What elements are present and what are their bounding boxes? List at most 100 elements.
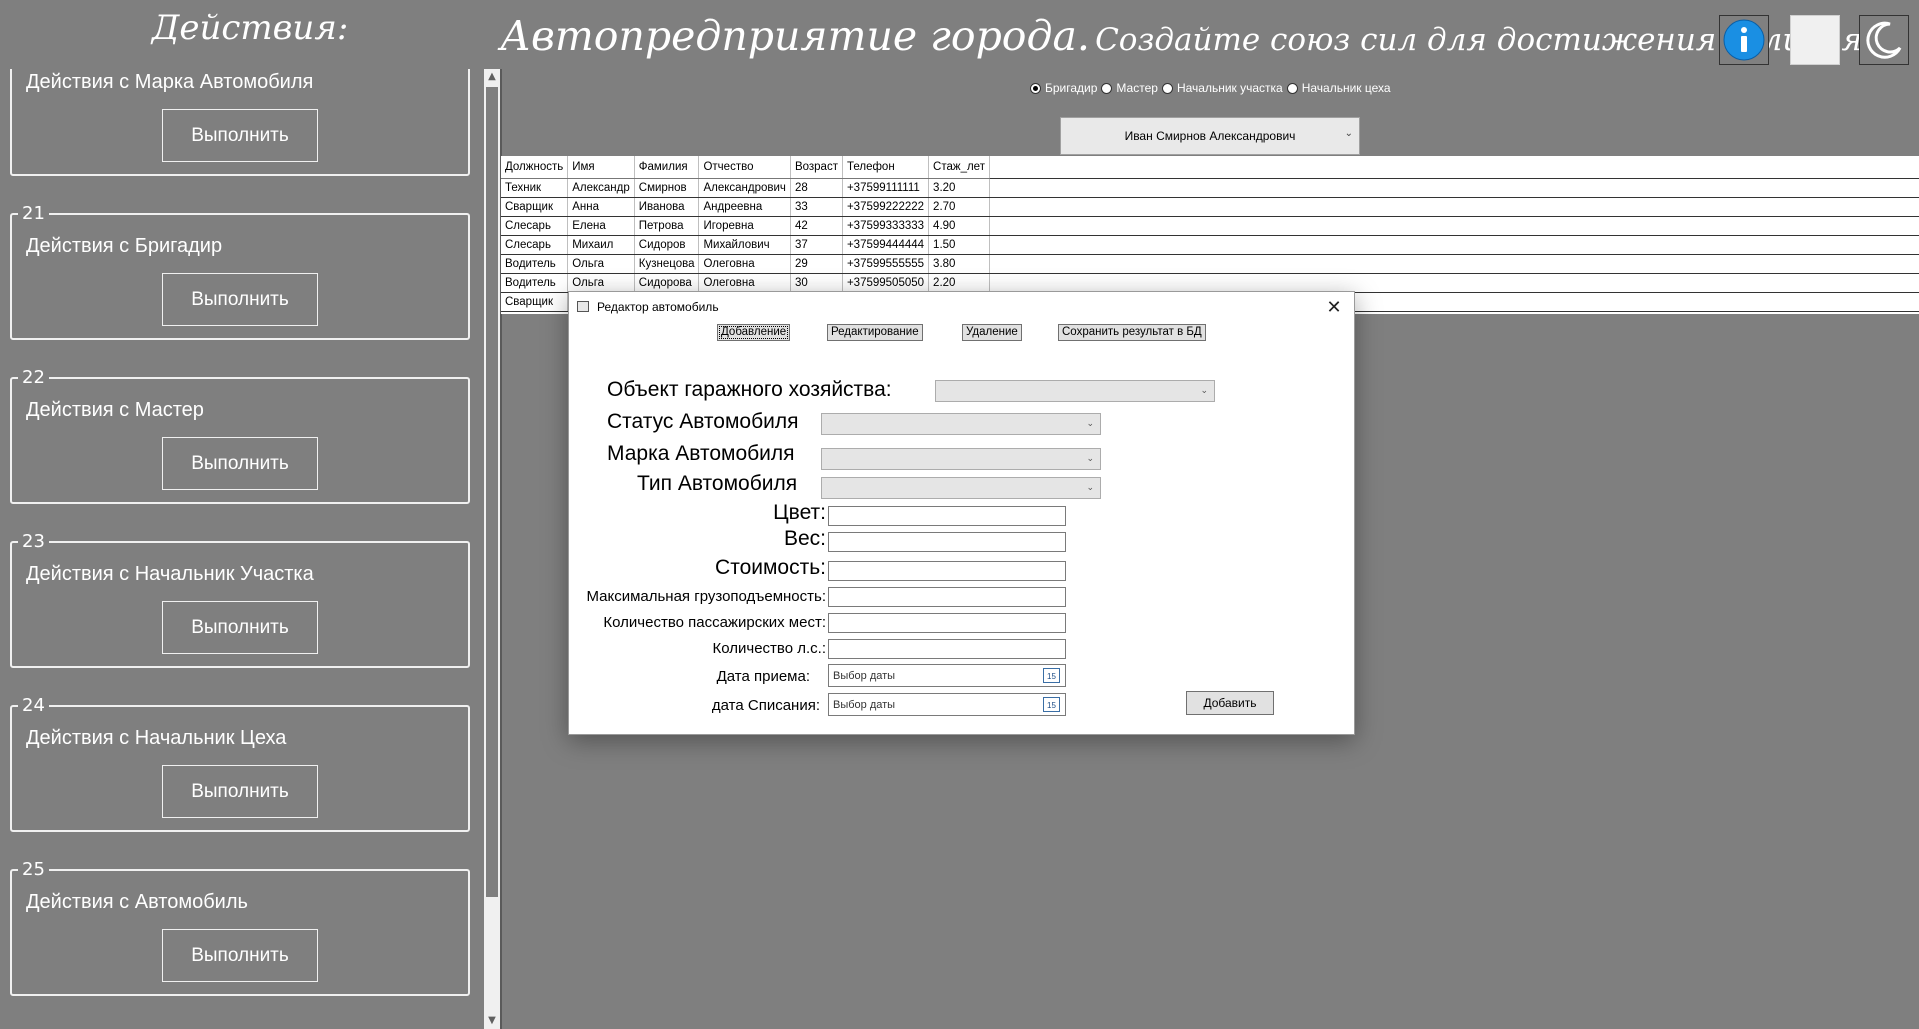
tab-add[interactable]: Добавление <box>717 324 791 341</box>
garage-object-select[interactable]: ⌄ <box>935 380 1215 402</box>
table-cell[interactable]: 42 <box>790 216 843 236</box>
table-cell[interactable]: 2.20 <box>928 273 990 293</box>
radio-dot[interactable] <box>1030 82 1041 94</box>
table-cell[interactable]: Сварщик <box>501 292 569 312</box>
weight-field[interactable] <box>828 532 1066 552</box>
seats-field[interactable] <box>828 613 1066 633</box>
table-cell[interactable]: Петрова <box>634 216 700 236</box>
table-cell[interactable]: Михайлович <box>698 235 791 255</box>
radio-dot[interactable] <box>1161 82 1173 94</box>
calendar-icon[interactable]: 15 <box>1043 668 1060 683</box>
radio-shop-chief[interactable]: Начальник цеха <box>1286 81 1391 95</box>
close-icon[interactable]: ✕ <box>1322 295 1346 319</box>
add-button[interactable]: Добавить <box>1186 691 1274 715</box>
table-cell[interactable]: 29 <box>790 254 843 274</box>
radio-master[interactable]: Мастер <box>1101 81 1158 95</box>
max-payload-field[interactable] <box>828 587 1066 607</box>
date-accept-picker[interactable]: Выбор даты 15 <box>828 664 1066 687</box>
table-cell[interactable]: Смирнов <box>634 178 700 198</box>
table-cell[interactable]: Анна <box>567 197 635 217</box>
radio-dot[interactable] <box>1286 82 1298 94</box>
date-writeoff-picker[interactable]: Выбор даты 15 <box>828 693 1066 716</box>
car-brand-select[interactable]: ⌄ <box>821 448 1101 470</box>
radio-dot[interactable] <box>1101 82 1113 94</box>
table-cell[interactable]: 4.90 <box>928 216 990 236</box>
execute-button[interactable]: Выполнить <box>162 273 318 326</box>
table-cell[interactable]: +37599333333 <box>842 216 930 236</box>
left-scrollbar[interactable]: ▲ ▼ <box>484 69 500 1029</box>
table-cell[interactable]: Михаил <box>567 235 635 255</box>
theme-toggle-button[interactable] <box>1859 15 1909 65</box>
execute-button[interactable]: Выполнить <box>162 109 318 162</box>
table-cell[interactable]: +37599505050 <box>842 273 930 293</box>
calendar-icon[interactable]: 15 <box>1043 697 1060 712</box>
table-cell[interactable]: 3.80 <box>928 254 990 274</box>
cost-field[interactable] <box>828 561 1066 581</box>
table-cell[interactable]: Ольга <box>567 273 635 293</box>
column-header[interactable]: Должность <box>501 156 569 179</box>
column-header[interactable]: Возраст <box>790 156 843 179</box>
table-cell[interactable]: Игоревна <box>698 216 791 236</box>
table-cell[interactable]: 2.70 <box>928 197 990 217</box>
table-cell[interactable]: +37599444444 <box>842 235 930 255</box>
table-cell[interactable]: Слесарь <box>501 235 569 255</box>
blank-button[interactable] <box>1790 15 1840 65</box>
execute-button[interactable]: Выполнить <box>162 765 318 818</box>
table-cell[interactable]: 33 <box>790 197 843 217</box>
person-select[interactable]: Иван Смирнов Александрович ⌄ <box>1060 117 1360 155</box>
car-type-select[interactable]: ⌄ <box>821 477 1101 499</box>
table-cell[interactable]: Олеговна <box>698 273 791 293</box>
table-row[interactable]: Слесарь Михаил Сидоров Михайлович 37 +37… <box>501 235 990 255</box>
table-cell[interactable]: 3.20 <box>928 178 990 198</box>
table-cell[interactable]: Ольга <box>567 254 635 274</box>
table-cell[interactable]: Сварщик <box>501 197 569 217</box>
table-cell[interactable]: Водитель <box>501 273 569 293</box>
table-cell[interactable]: +37599222222 <box>842 197 930 217</box>
table-row[interactable]: Водитель Ольга Сидорова Олеговна 30 +375… <box>501 273 990 293</box>
scroll-down-icon[interactable]: ▼ <box>484 1013 500 1029</box>
table-row[interactable]: Водитель Ольга Кузнецова Олеговна 29 +37… <box>501 254 990 274</box>
column-header[interactable]: Стаж_лет <box>928 156 990 179</box>
info-button[interactable] <box>1719 15 1769 65</box>
column-header[interactable]: Имя <box>567 156 635 179</box>
table-cell[interactable]: Слесарь <box>501 216 569 236</box>
table-cell[interactable]: Сидорова <box>634 273 700 293</box>
table-cell[interactable]: Александрович <box>698 178 791 198</box>
table-cell[interactable]: Иванова <box>634 197 700 217</box>
table-cell[interactable]: Елена <box>567 216 635 236</box>
column-header[interactable]: Отчество <box>698 156 791 179</box>
table-cell[interactable]: Андреевна <box>698 197 791 217</box>
table-row[interactable]: Слесарь Елена Петрова Игоревна 42 +37599… <box>501 216 990 236</box>
table-row[interactable]: Сварщик Анна Иванова Андреевна 33 +37599… <box>501 197 990 217</box>
car-status-select[interactable]: ⌄ <box>821 413 1101 435</box>
table-cell[interactable]: 1.50 <box>928 235 990 255</box>
scroll-up-icon[interactable]: ▲ <box>484 69 500 85</box>
radio-brigadier[interactable]: Бригадир <box>1030 81 1097 95</box>
tab-save-db[interactable]: Сохранить результат в БД <box>1058 324 1206 341</box>
table-cell[interactable]: +37599555555 <box>842 254 930 274</box>
table-cell[interactable]: 37 <box>790 235 843 255</box>
horsepower-field[interactable] <box>828 639 1066 659</box>
column-header[interactable]: Телефон <box>842 156 930 179</box>
table-row[interactable]: Техник Александр Смирнов Александрович 2… <box>501 178 990 198</box>
tab-edit[interactable]: Редактирование <box>827 324 923 341</box>
dialog-titlebar[interactable]: Редактор автомобиль ✕ <box>569 292 1354 322</box>
table-cell[interactable]: +37599111111 <box>842 178 930 198</box>
execute-button[interactable]: Выполнить <box>162 929 318 982</box>
execute-button[interactable]: Выполнить <box>162 601 318 654</box>
table-cell[interactable]: Водитель <box>501 254 569 274</box>
table-cell[interactable]: Александр <box>567 178 635 198</box>
color-field[interactable] <box>828 506 1066 526</box>
tab-delete[interactable]: Удаление <box>962 324 1022 341</box>
table-cell[interactable]: Сидоров <box>634 235 700 255</box>
table-cell[interactable]: Кузнецова <box>634 254 700 274</box>
table-cell[interactable]: 28 <box>790 178 843 198</box>
scroll-thumb[interactable] <box>486 87 498 897</box>
action-group-title: Действия с Начальник Цеха <box>26 727 287 749</box>
column-header[interactable]: Фамилия <box>634 156 700 179</box>
table-cell[interactable]: Техник <box>501 178 569 198</box>
execute-button[interactable]: Выполнить <box>162 437 318 490</box>
radio-section-chief[interactable]: Начальник участка <box>1161 81 1283 95</box>
table-cell[interactable]: Олеговна <box>698 254 791 274</box>
table-cell[interactable]: 30 <box>790 273 843 293</box>
